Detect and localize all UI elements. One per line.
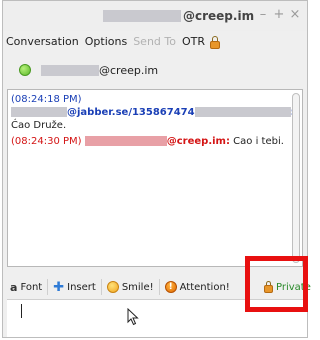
conversation-scrollbar[interactable] [291,91,301,265]
message-2-text: Cao i tebi. [233,136,284,147]
sender-jid: @jabber.se/135867474 [67,107,195,118]
message-2-timestamp: (08:24:30 PM) [11,136,82,147]
contact-domain: @creep.im [99,63,159,77]
menu-options[interactable]: Options [82,33,130,51]
message-1-timestamp: (08:24:18 PM) [11,94,82,105]
window-title: @creep.im [103,9,254,23]
title-bar[interactable]: @creep.im – + × [3,1,307,31]
smile-label: Smile! [121,281,154,293]
redacted-resource [194,107,291,117]
message-2: (08:24:30 PM) @creep.im: Cao i tebi. [11,136,284,147]
conversation-log[interactable]: (08:24:18 PM) @jabber.se/135867474: Ćao … [7,89,303,267]
redacted-sender [84,136,167,146]
menu-bar: Conversation Options Send To OTR [3,33,220,51]
menu-otr[interactable]: OTR [179,33,208,51]
redacted-username [103,10,181,22]
maximize-button[interactable]: + [273,7,285,23]
attention-icon: ! [164,281,177,293]
font-button[interactable]: a Font [7,277,45,297]
smile-button[interactable]: Smile! [104,277,157,297]
font-label: Font [20,281,43,293]
insert-button[interactable]: ✚ Insert [50,277,99,297]
window-title-domain: @creep.im [183,9,255,23]
toolbar-separator [100,279,102,295]
close-button[interactable]: × [289,7,301,23]
toolbar-separator [47,279,49,295]
highlight-box [245,256,308,312]
minimize-button[interactable]: – [257,7,269,23]
contact-header: @creep.im [3,53,307,87]
attention-label: Attention! [179,281,230,293]
menu-conversation[interactable]: Conversation [3,33,82,51]
otr-lock-icon[interactable] [210,35,220,49]
attention-button[interactable]: ! Attention! [162,277,233,297]
smiley-icon [106,281,119,293]
redacted-sender [11,107,67,117]
font-icon: a [10,280,18,294]
menu-send-to: Send To [133,35,176,48]
redacted-contact-name [41,64,99,76]
toolbar-separator [158,279,160,295]
text-caret [21,304,22,318]
mouse-pointer-icon [127,308,139,326]
insert-label: Insert [67,281,96,293]
insert-icon: ✚ [53,279,65,295]
message-1-text: Ćao Druže. [11,120,67,131]
message-1-sender: @jabber.se/135867474: [11,107,295,118]
online-status-icon [19,64,31,76]
scroll-thumb[interactable] [292,93,300,263]
message-2-sender: @creep.im: [166,136,230,147]
